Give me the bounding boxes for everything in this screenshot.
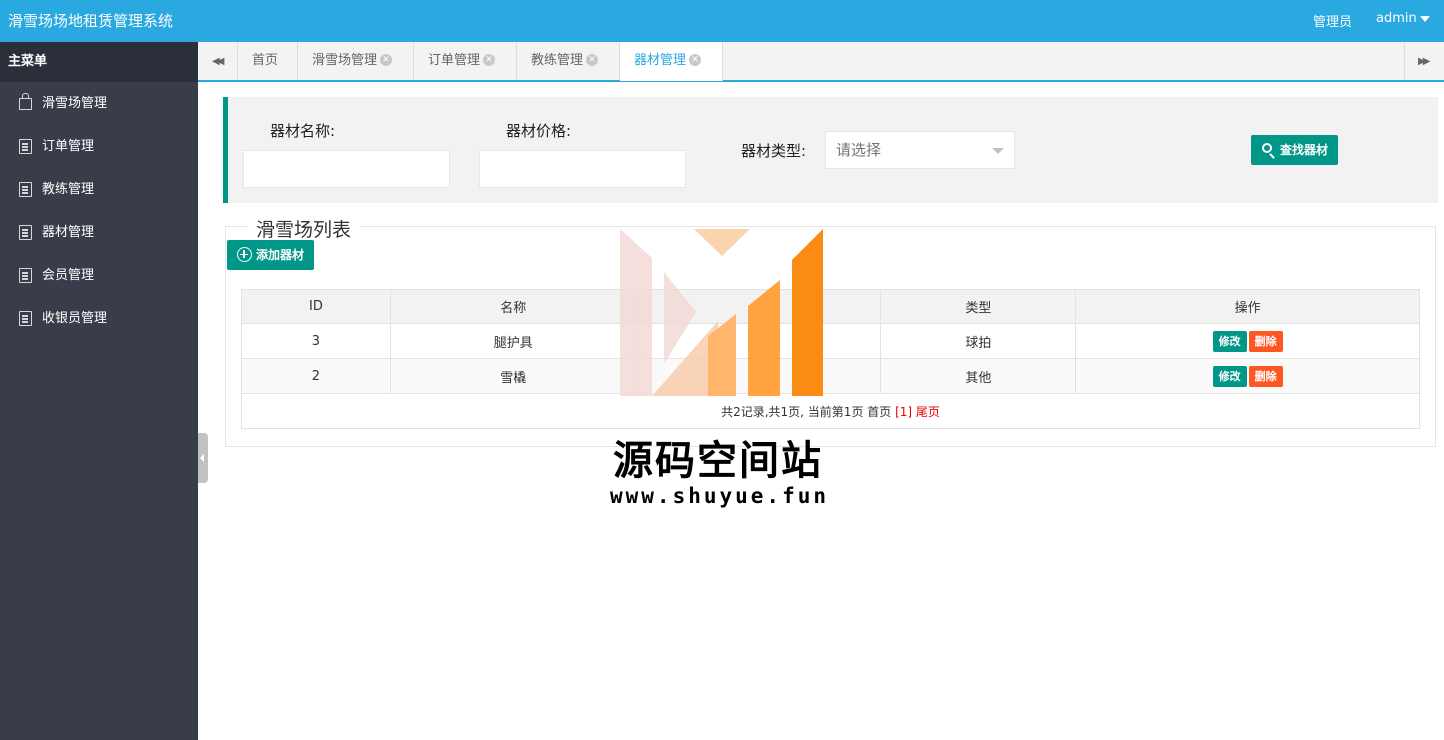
close-icon[interactable]: ✕ bbox=[380, 53, 393, 66]
sidebar-item-members[interactable]: 会员管理 bbox=[0, 254, 198, 297]
cell-name: 雪橇 bbox=[389, 358, 637, 394]
sidebar-item-equipment[interactable]: 器材管理 bbox=[0, 211, 198, 254]
tab-label: 订单管理 bbox=[428, 53, 481, 68]
bag-icon bbox=[19, 93, 32, 110]
delete-button[interactable]: 删除 bbox=[1248, 365, 1283, 387]
cell-actions: 修改 删除 bbox=[1075, 323, 1420, 359]
tab-ski-resort[interactable]: 滑雪场管理 ✕ bbox=[298, 42, 414, 80]
document-icon bbox=[19, 182, 32, 197]
cell-id: 3 bbox=[241, 323, 391, 359]
cell-price: 31 bbox=[635, 323, 882, 359]
tab-home[interactable]: 首页 bbox=[238, 42, 298, 80]
table-row: 2 雪橇 7 其他 修改 删除 bbox=[241, 358, 1420, 394]
sidebar-item-label: 会员管理 bbox=[42, 268, 95, 283]
sidebar-item-label: 器材管理 bbox=[42, 225, 95, 240]
column-header-type: 类型 bbox=[880, 289, 1077, 324]
app-title: 滑雪场场地租赁管理系统 bbox=[8, 12, 174, 30]
column-header-name: 名称 bbox=[389, 289, 637, 324]
sidebar-collapse-handle[interactable] bbox=[198, 433, 208, 483]
document-icon bbox=[19, 268, 32, 283]
equipment-table: ID 名称 价 类型 操作 3 腿护具 31 球拍 修改 删除 2 雪橇 7 其… bbox=[241, 289, 1420, 429]
pagination-summary: 共2记录,共1页, 当前第1页 首页 bbox=[721, 404, 896, 419]
search-button-label: 查找器材 bbox=[1280, 143, 1329, 157]
tab-label: 教练管理 bbox=[531, 53, 584, 68]
chevron-down-icon bbox=[992, 148, 1004, 154]
equipment-type-label: 器材类型: bbox=[741, 142, 807, 160]
column-header-actions: 操作 bbox=[1075, 289, 1420, 324]
close-icon[interactable]: ✕ bbox=[586, 53, 599, 66]
cell-price: 7 bbox=[635, 358, 882, 394]
watermark-url: www.shuyue.fun bbox=[610, 484, 830, 508]
user-role: 管理员 bbox=[1313, 15, 1353, 30]
pagination-row: 共2记录,共1页, 当前第1页 首页 [1] 尾页 bbox=[241, 393, 1420, 429]
cell-name: 腿护具 bbox=[389, 323, 637, 359]
tab-scroll-left-button[interactable]: ◀◀ bbox=[198, 42, 238, 80]
sidebar-item-label: 订单管理 bbox=[42, 139, 95, 154]
tab-scroll-right-button[interactable]: ▶▶ bbox=[1404, 42, 1444, 80]
tab-bar: ◀◀ 首页 滑雪场管理 ✕ 订单管理 ✕ 教练管理 ✕ 器材管理 ✕ ▶▶ bbox=[198, 42, 1444, 82]
sidebar-item-orders[interactable]: 订单管理 bbox=[0, 125, 198, 168]
pagination: 共2记录,共1页, 当前第1页 首页 [1] 尾页 bbox=[241, 393, 1420, 429]
search-equipment-button[interactable]: 查找器材 bbox=[1251, 135, 1338, 165]
document-icon bbox=[19, 311, 32, 326]
user-menu[interactable]: admin bbox=[1376, 11, 1417, 26]
equipment-price-label: 器材价格: bbox=[506, 122, 572, 140]
table-row: 3 腿护具 31 球拍 修改 删除 bbox=[241, 323, 1420, 359]
search-panel: 器材名称: 器材价格: 器材类型: 请选择 查找器材 bbox=[223, 97, 1438, 203]
cell-type: 其他 bbox=[880, 358, 1077, 394]
equipment-price-input[interactable] bbox=[479, 150, 686, 188]
equipment-name-input[interactable] bbox=[243, 150, 450, 188]
add-button-label: 添加器材 bbox=[256, 248, 305, 262]
sidebar-item-label: 收银员管理 bbox=[42, 311, 108, 326]
pagination-current-page[interactable]: [1] bbox=[895, 405, 912, 419]
cell-actions: 修改 删除 bbox=[1075, 358, 1420, 394]
cell-type: 球拍 bbox=[880, 323, 1077, 359]
column-header-id: ID bbox=[241, 289, 391, 324]
cell-id: 2 bbox=[241, 358, 391, 394]
double-right-arrow-icon: ▶▶ bbox=[1418, 56, 1431, 67]
table-header-row: ID 名称 价 类型 操作 bbox=[241, 289, 1420, 324]
column-header-price: 价 bbox=[635, 289, 882, 324]
sidebar-item-coaches[interactable]: 教练管理 bbox=[0, 168, 198, 211]
tab-coaches[interactable]: 教练管理 ✕ bbox=[517, 42, 620, 80]
sidebar-title: 主菜单 bbox=[0, 42, 198, 82]
tab-equipment[interactable]: 器材管理 ✕ bbox=[620, 42, 723, 81]
document-icon bbox=[19, 139, 32, 154]
sidebar-item-ski-resort[interactable]: 滑雪场管理 bbox=[0, 82, 198, 125]
plus-circle-icon bbox=[237, 247, 252, 262]
close-icon[interactable]: ✕ bbox=[689, 53, 702, 66]
search-icon bbox=[1262, 143, 1272, 153]
chevron-down-icon[interactable] bbox=[1420, 16, 1430, 22]
tab-label: 滑雪场管理 bbox=[312, 53, 378, 68]
sidebar-item-label: 教练管理 bbox=[42, 182, 95, 197]
double-left-arrow-icon: ◀◀ bbox=[212, 56, 225, 67]
equipment-list-panel: 滑雪场列表 添加器材 ID 名称 价 类型 操作 3 腿护具 31 球拍 修改 … bbox=[225, 215, 1436, 447]
edit-button[interactable]: 修改 bbox=[1212, 330, 1247, 352]
list-title: 滑雪场列表 bbox=[248, 215, 360, 242]
tab-label: 器材管理 bbox=[634, 53, 687, 68]
watermark-title: 源码空间站 bbox=[613, 438, 823, 484]
top-header: 滑雪场场地租赁管理系统 管理员 admin bbox=[0, 0, 1444, 42]
equipment-type-select[interactable]: 请选择 bbox=[825, 131, 1015, 169]
sidebar: 主菜单 滑雪场管理 订单管理 教练管理 器材管理 会员管理 收银员管理 bbox=[0, 42, 198, 740]
edit-button[interactable]: 修改 bbox=[1212, 365, 1247, 387]
select-placeholder: 请选择 bbox=[836, 141, 882, 159]
sidebar-item-cashiers[interactable]: 收银员管理 bbox=[0, 297, 198, 340]
sidebar-item-label: 滑雪场管理 bbox=[42, 96, 108, 111]
document-icon bbox=[19, 225, 32, 240]
delete-button[interactable]: 删除 bbox=[1248, 330, 1283, 352]
equipment-name-label: 器材名称: bbox=[270, 122, 336, 140]
add-equipment-button[interactable]: 添加器材 bbox=[227, 240, 314, 270]
tab-orders[interactable]: 订单管理 ✕ bbox=[414, 42, 517, 80]
tab-label: 首页 bbox=[252, 53, 279, 68]
close-icon[interactable]: ✕ bbox=[483, 53, 496, 66]
pagination-last-page[interactable]: 尾页 bbox=[912, 405, 940, 419]
